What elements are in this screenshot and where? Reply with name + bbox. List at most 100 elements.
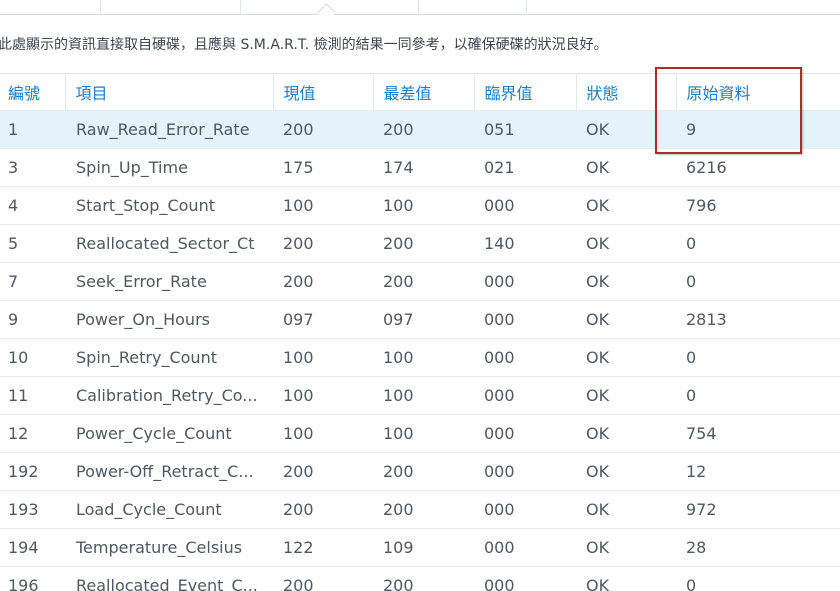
cell-current: 200 — [273, 490, 373, 529]
cell-worst: 100 — [373, 338, 474, 377]
column-header-raw[interactable]: 原始資料 — [675, 73, 840, 111]
cell-current: 097 — [273, 300, 373, 339]
cell-attribute: Spin_Retry_Count — [65, 338, 273, 377]
table-row[interactable]: 12 Power_Cycle_Count 100 100 000 OK 754 — [0, 414, 840, 453]
cell-threshold: 000 — [474, 376, 576, 415]
cell-status: OK — [576, 338, 676, 377]
table-row[interactable]: 192 Power-Off_Retract_C... 200 200 000 OK 12 — [0, 452, 840, 491]
cell-raw: 972 — [676, 490, 840, 529]
cell-threshold: 000 — [474, 452, 576, 491]
table-row[interactable]: 10 Spin_Retry_Count 100 100 000 OK 0 — [0, 338, 840, 377]
table-row[interactable]: 4 Start_Stop_Count 100 100 000 OK 796 — [0, 186, 840, 225]
cell-threshold: 000 — [474, 566, 576, 591]
cell-worst: 200 — [373, 110, 474, 149]
table-header-row: 編號 項目 現值 最差值 臨界值 狀態 原始資料 — [0, 73, 840, 111]
cell-attribute: Seek_Error_Rate — [65, 262, 273, 301]
cell-worst: 174 — [373, 148, 474, 187]
cell-status: OK — [576, 300, 676, 339]
cell-raw: 0 — [676, 338, 840, 377]
table-row[interactable]: 7 Seek_Error_Rate 200 200 000 OK 0 — [0, 262, 840, 301]
cell-status: OK — [576, 148, 676, 187]
cell-raw: 0 — [676, 376, 840, 415]
cell-threshold: 000 — [474, 528, 576, 567]
cell-current: 200 — [273, 566, 373, 591]
cell-status: OK — [576, 414, 676, 453]
table-row[interactable]: 11 Calibration_Retry_Co... 100 100 000 OK 0 — [0, 376, 840, 415]
tab-separator — [526, 0, 527, 14]
active-tab-pointer — [317, 3, 336, 22]
cell-id: 11 — [0, 376, 65, 415]
cell-raw: 0 — [676, 566, 840, 591]
column-header-current[interactable]: 現值 — [272, 73, 373, 111]
cell-id: 193 — [0, 490, 65, 529]
cell-current: 200 — [273, 262, 373, 301]
column-header-status[interactable]: 狀態 — [575, 73, 676, 111]
cell-current: 100 — [273, 376, 373, 415]
cell-attribute: Start_Stop_Count — [65, 186, 273, 225]
smart-info-page: 此處顯示的資訊直接取自硬碟，且應與 S.M.A.R.T. 檢測的結果一同參考，以… — [0, 0, 840, 591]
cell-id: 7 — [0, 262, 65, 301]
cell-status: OK — [576, 452, 676, 491]
cell-threshold: 000 — [474, 300, 576, 339]
cell-current: 100 — [273, 414, 373, 453]
cell-raw: 9 — [676, 110, 840, 149]
cell-attribute: Temperature_Celsius — [65, 528, 273, 567]
cell-raw: 754 — [676, 414, 840, 453]
cell-id: 9 — [0, 300, 65, 339]
cell-worst: 200 — [373, 262, 474, 301]
table-row[interactable]: 193 Load_Cycle_Count 200 200 000 OK 972 — [0, 490, 840, 529]
cell-current: 200 — [273, 224, 373, 263]
cell-raw: 12 — [676, 452, 840, 491]
table-row[interactable]: 196 Reallocated_Event_C... 200 200 000 OK 0 — [0, 566, 840, 591]
cell-current: 200 — [273, 452, 373, 491]
cell-attribute: Reallocated_Event_C... — [65, 566, 273, 591]
cell-threshold: 000 — [474, 262, 576, 301]
cell-id: 1 — [0, 110, 65, 149]
cell-attribute: Load_Cycle_Count — [65, 490, 273, 529]
cell-threshold: 140 — [474, 224, 576, 263]
cell-id: 4 — [0, 186, 65, 225]
cell-current: 122 — [273, 528, 373, 567]
cell-worst: 100 — [373, 414, 474, 453]
smart-description: 此處顯示的資訊直接取自硬碟，且應與 S.M.A.R.T. 檢測的結果一同參考，以… — [0, 37, 608, 53]
cell-threshold: 000 — [474, 414, 576, 453]
table-row[interactable]: 1 Raw_Read_Error_Rate 200 200 051 OK 9 — [0, 110, 840, 149]
cell-attribute: Calibration_Retry_Co... — [65, 376, 273, 415]
cell-status: OK — [576, 566, 676, 591]
column-header-threshold[interactable]: 臨界值 — [473, 73, 576, 111]
cell-worst: 200 — [373, 490, 474, 529]
cell-threshold: 000 — [474, 338, 576, 377]
cell-attribute: Power_Cycle_Count — [65, 414, 273, 453]
cell-id: 12 — [0, 414, 65, 453]
cell-current: 100 — [273, 338, 373, 377]
cell-raw: 6216 — [676, 148, 840, 187]
table-row[interactable]: 5 Reallocated_Sector_Ct 200 200 140 OK 0 — [0, 224, 840, 263]
cell-worst: 100 — [373, 376, 474, 415]
cell-worst: 200 — [373, 224, 474, 263]
cell-status: OK — [576, 376, 676, 415]
cell-id: 192 — [0, 452, 65, 491]
table-row[interactable]: 3 Spin_Up_Time 175 174 021 OK 6216 — [0, 148, 840, 187]
cell-worst: 109 — [373, 528, 474, 567]
cell-current: 175 — [273, 148, 373, 187]
cell-raw: 28 — [676, 528, 840, 567]
cell-raw: 796 — [676, 186, 840, 225]
tab-strip — [0, 0, 840, 22]
cell-attribute: Power-Off_Retract_C... — [65, 452, 273, 491]
column-header-attribute[interactable]: 項目 — [64, 73, 273, 111]
column-header-id[interactable]: 編號 — [0, 73, 65, 111]
cell-worst: 200 — [373, 452, 474, 491]
cell-threshold: 000 — [474, 186, 576, 225]
table-row[interactable]: 194 Temperature_Celsius 122 109 000 OK 28 — [0, 528, 840, 567]
cell-status: OK — [576, 262, 676, 301]
cell-attribute: Raw_Read_Error_Rate — [65, 110, 273, 149]
table-row[interactable]: 9 Power_On_Hours 097 097 000 OK 2813 — [0, 300, 840, 339]
cell-id: 10 — [0, 338, 65, 377]
column-header-worst[interactable]: 最差值 — [372, 73, 474, 111]
cell-worst: 100 — [373, 186, 474, 225]
cell-threshold: 000 — [474, 490, 576, 529]
cell-attribute: Power_On_Hours — [65, 300, 273, 339]
cell-status: OK — [576, 186, 676, 225]
cell-raw: 0 — [676, 262, 840, 301]
cell-id: 3 — [0, 148, 65, 187]
